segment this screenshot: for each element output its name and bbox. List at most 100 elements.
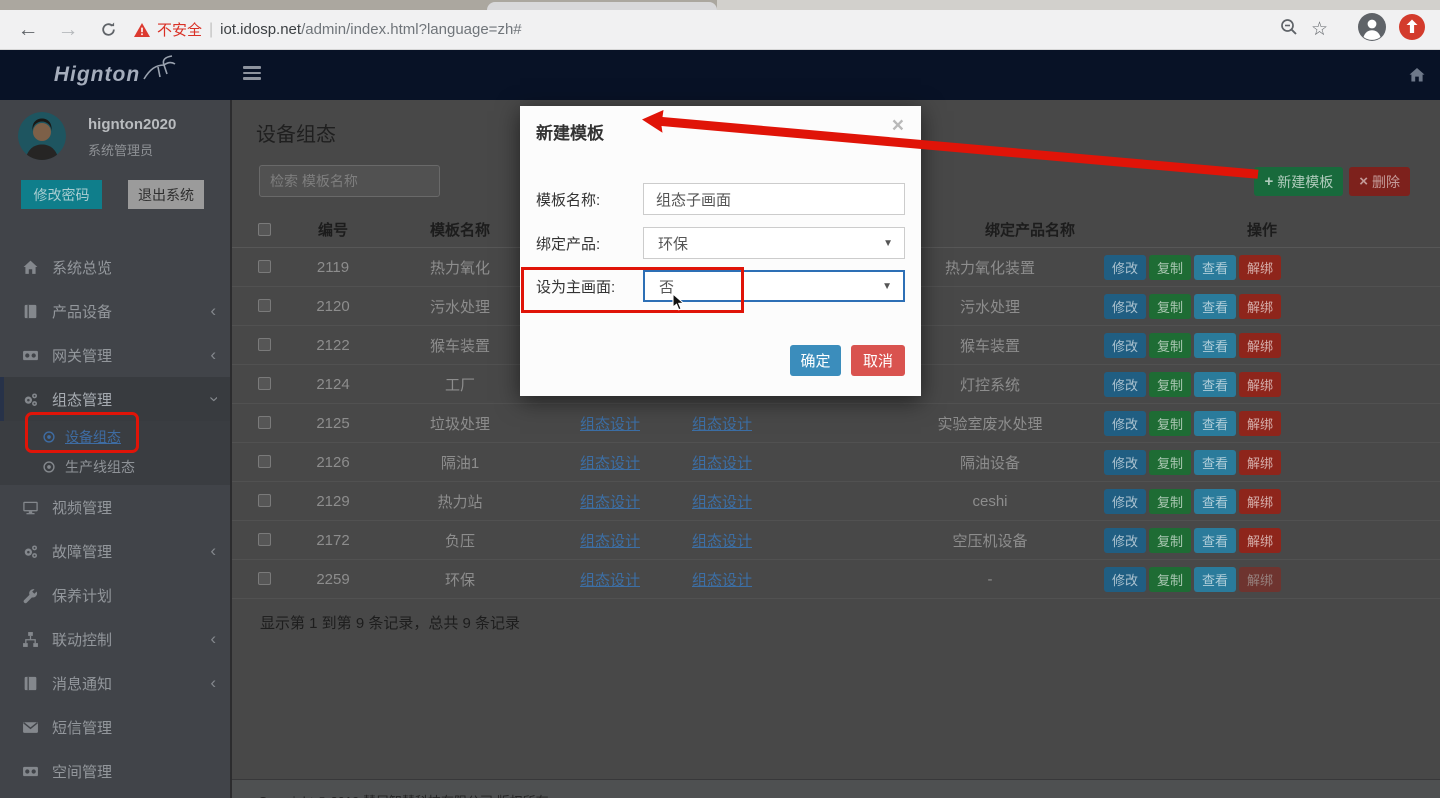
config-design-link[interactable]: 组态设计	[580, 491, 640, 512]
unbind-button[interactable]: 解绑	[1239, 489, 1281, 514]
sidebar-item-config-mgmt[interactable]: 组态管理‹	[0, 377, 230, 421]
config-design-link[interactable]: 组态设计	[692, 452, 752, 473]
back-icon[interactable]: ←	[8, 10, 48, 50]
close-icon[interactable]: ×	[892, 115, 904, 136]
column-header-name[interactable]: 模板名称	[380, 212, 540, 247]
unbind-button[interactable]: 解绑	[1239, 255, 1281, 280]
unbind-button[interactable]: 解绑	[1239, 411, 1281, 436]
copy-button[interactable]: 复制	[1149, 255, 1191, 280]
modify-button[interactable]: 修改	[1104, 450, 1146, 475]
sidebar-item-video-mgmt[interactable]: 视频管理	[0, 485, 230, 529]
unbind-button[interactable]: 解绑	[1239, 294, 1281, 319]
home-icon	[22, 259, 39, 276]
config-design-link[interactable]: 组态设计	[580, 569, 640, 590]
config-design-link[interactable]: 组态设计	[580, 413, 640, 434]
config-design-link[interactable]: 组态设计	[580, 530, 640, 551]
modify-button[interactable]: 修改	[1104, 528, 1146, 553]
cancel-button[interactable]: 取消	[851, 345, 905, 376]
modify-button[interactable]: 修改	[1104, 333, 1146, 358]
sidebar-item-device-config[interactable]: 设备组态	[0, 422, 230, 452]
template-name-input[interactable]	[643, 183, 905, 215]
config-design-link[interactable]: 组态设计	[692, 569, 752, 590]
row-checkbox[interactable]	[258, 572, 271, 585]
confirm-button[interactable]: 确定	[790, 345, 841, 376]
copy-button[interactable]: 复制	[1149, 528, 1191, 553]
row-checkbox[interactable]	[258, 494, 271, 507]
row-checkbox[interactable]	[258, 533, 271, 546]
sidebar-item-sms-mgmt[interactable]: 短信管理	[0, 705, 230, 749]
bind-product-select[interactable]: 环保 ▼	[643, 227, 905, 259]
unbind-button[interactable]: 解绑	[1239, 333, 1281, 358]
row-checkbox[interactable]	[258, 377, 271, 390]
view-button[interactable]: 查看	[1194, 294, 1236, 319]
unbind-button[interactable]: 解绑	[1239, 528, 1281, 553]
config-design-link[interactable]: 组态设计	[692, 413, 752, 434]
modify-button[interactable]: 修改	[1104, 411, 1146, 436]
select-all-checkbox[interactable]	[258, 223, 271, 236]
view-button[interactable]: 查看	[1194, 489, 1236, 514]
row-checkbox[interactable]	[258, 416, 271, 429]
copy-button[interactable]: 复制	[1149, 411, 1191, 436]
copy-button[interactable]: 复制	[1149, 372, 1191, 397]
user-avatar[interactable]	[18, 112, 66, 160]
sidebar-item-maintenance-plan[interactable]: 保养计划	[0, 573, 230, 617]
copy-button[interactable]: 复制	[1149, 294, 1191, 319]
change-password-button[interactable]: 修改密码	[21, 180, 102, 209]
copy-button[interactable]: 复制	[1149, 567, 1191, 592]
reload-icon[interactable]	[88, 20, 128, 39]
copy-button[interactable]: 复制	[1149, 450, 1191, 475]
view-button[interactable]: 查看	[1194, 567, 1236, 592]
modify-button[interactable]: 修改	[1104, 489, 1146, 514]
sidebar-item-message-notify[interactable]: 消息通知‹	[0, 661, 230, 705]
chevron-left-icon: ‹	[210, 673, 216, 693]
bookmark-star-icon[interactable]: ☆	[1311, 10, 1328, 50]
config-design-link[interactable]: 组态设计	[692, 491, 752, 512]
address-bar[interactable]: 不安全 | iot.idosp.net/admin/index.html?lan…	[134, 19, 522, 40]
sidebar-item-gateway-mgmt[interactable]: 网关管理‹	[0, 333, 230, 377]
profile-avatar-icon[interactable]	[1358, 13, 1386, 46]
row-checkbox[interactable]	[258, 455, 271, 468]
new-template-modal: 新建模板 × 模板名称: 绑定产品: 环保 ▼ 设为主画面: 否 ▼ 确定 取消	[520, 106, 921, 396]
main-screen-select[interactable]: 否 ▼	[643, 270, 905, 302]
config-design-link[interactable]: 组态设计	[692, 530, 752, 551]
view-button[interactable]: 查看	[1194, 528, 1236, 553]
logout-button[interactable]: 退出系统	[128, 180, 204, 209]
home-icon[interactable]	[1408, 66, 1426, 89]
view-button[interactable]: 查看	[1194, 255, 1236, 280]
unbind-button[interactable]: 解绑	[1239, 450, 1281, 475]
modify-button[interactable]: 修改	[1104, 372, 1146, 397]
modify-button[interactable]: 修改	[1104, 255, 1146, 280]
new-template-button[interactable]: +新建模板	[1254, 167, 1343, 196]
search-input[interactable]	[259, 165, 440, 197]
sidebar-item-linkage-control[interactable]: 联动控制‹	[0, 617, 230, 661]
unbind-button[interactable]: 解绑	[1239, 372, 1281, 397]
copy-button[interactable]: 复制	[1149, 489, 1191, 514]
modify-button[interactable]: 修改	[1104, 294, 1146, 319]
delete-button[interactable]: ×删除	[1349, 167, 1410, 196]
zoom-out-icon[interactable]	[1279, 17, 1299, 42]
username: hignton2020	[88, 116, 176, 133]
row-checkbox[interactable]	[258, 260, 271, 273]
view-button[interactable]: 查看	[1194, 372, 1236, 397]
sidebar-item-product-device[interactable]: 产品设备‹	[0, 289, 230, 333]
browser-tab[interactable]	[487, 2, 717, 10]
sidebar-toggle-icon[interactable]	[243, 66, 261, 83]
config-design-link[interactable]: 组态设计	[580, 452, 640, 473]
column-header-id[interactable]: 编号	[286, 212, 380, 247]
view-button[interactable]: 查看	[1194, 333, 1236, 358]
view-button[interactable]: 查看	[1194, 411, 1236, 436]
row-id: 2125	[286, 404, 380, 442]
sidebar-item-fault-mgmt[interactable]: 故障管理‹	[0, 529, 230, 573]
copy-button[interactable]: 复制	[1149, 333, 1191, 358]
unbind-button[interactable]: 解绑	[1239, 567, 1281, 592]
sidebar-item-production-line-config[interactable]: 生产线组态	[0, 452, 230, 482]
x-icon: ×	[1359, 173, 1368, 190]
forward-icon[interactable]: →	[48, 10, 88, 50]
sidebar-item-space-mgmt[interactable]: 空间管理	[0, 749, 230, 793]
sidebar-item-system-overview[interactable]: 系统总览	[0, 245, 230, 289]
browser-update-icon[interactable]	[1398, 13, 1426, 46]
row-checkbox[interactable]	[258, 338, 271, 351]
row-checkbox[interactable]	[258, 299, 271, 312]
view-button[interactable]: 查看	[1194, 450, 1236, 475]
modify-button[interactable]: 修改	[1104, 567, 1146, 592]
